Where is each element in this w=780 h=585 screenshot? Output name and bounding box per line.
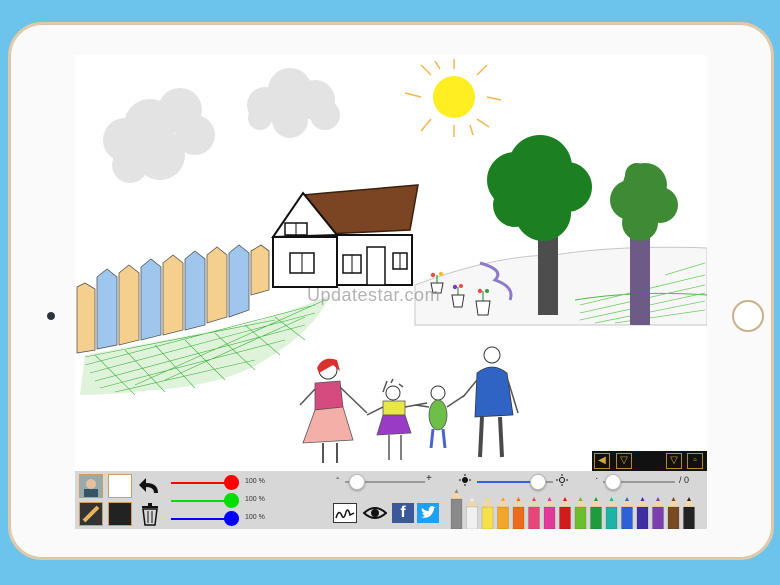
home-button[interactable] [732,300,764,332]
cloud-left [103,88,215,183]
green-slider-knob[interactable] [224,493,239,508]
black-color-icon[interactable] [108,502,132,526]
green-percent: 100 % [245,496,265,503]
portrait-icon[interactable] [79,474,103,498]
sun-high-icon[interactable] [556,474,568,486]
size-slider-knob[interactable] [349,474,365,490]
undo-icon[interactable] [137,475,163,497]
eye-icon[interactable] [363,505,387,521]
square-icon[interactable]: ▫ [687,453,703,469]
white-color-icon[interactable] [108,474,132,498]
pencil-11[interactable] [605,497,618,529]
pencil-2[interactable] [466,497,478,529]
pencil-13[interactable] [636,497,649,529]
signature-icon[interactable] [333,503,357,523]
down-arrow-icon[interactable]: ▽ [666,453,682,469]
pencil-16[interactable] [683,497,695,529]
red-slider-knob[interactable] [224,475,239,490]
toolbar: 100 % 100 % 100 % - + · / 0 f [75,471,707,529]
opacity-dot: · [595,473,599,484]
pencil-7[interactable] [543,497,556,529]
watermark-text: Updatestar.com [307,285,441,305]
app-screen: Updatestar.com ◀ ▽ ▽ ▫ 100 % 100 % 100 %… [75,55,707,529]
sun [404,59,502,137]
pencil-15[interactable] [667,497,680,529]
pencil-1[interactable] [450,489,463,529]
pencil-palette [450,489,695,529]
nav-bar: ◀ ▽ ▽ ▫ [592,451,707,471]
counter-label: / 0 [679,475,690,485]
red-percent: 100 % [245,478,265,485]
facebook-icon[interactable]: f [392,503,414,523]
pencil-4[interactable] [497,497,509,529]
pencil-12[interactable] [621,497,633,529]
left-arrow-icon[interactable]: ◀ [594,453,610,469]
family [299,346,519,463]
pencil-6[interactable] [528,497,540,529]
twitter-icon[interactable] [417,503,439,523]
blue-percent: 100 % [245,514,265,521]
pencil-tool-icon[interactable] [79,502,103,526]
size-minus[interactable]: - [336,473,339,484]
camera-icon [47,312,55,320]
pencil-14[interactable] [652,497,664,529]
house [271,184,419,288]
blue-slider-knob[interactable] [224,511,239,526]
pencil-8[interactable] [559,497,571,529]
sun-low-icon[interactable] [459,474,471,486]
pencil-10[interactable] [590,497,602,529]
trash-icon[interactable] [138,502,162,526]
pencil-5[interactable] [512,497,525,529]
cloud-right [247,68,340,138]
pencil-9[interactable] [574,497,587,529]
drawing-canvas[interactable] [75,55,707,471]
down-arrow-icon[interactable]: ▽ [616,453,632,469]
pencil-3[interactable] [481,497,494,529]
size-plus[interactable]: + [426,473,432,484]
